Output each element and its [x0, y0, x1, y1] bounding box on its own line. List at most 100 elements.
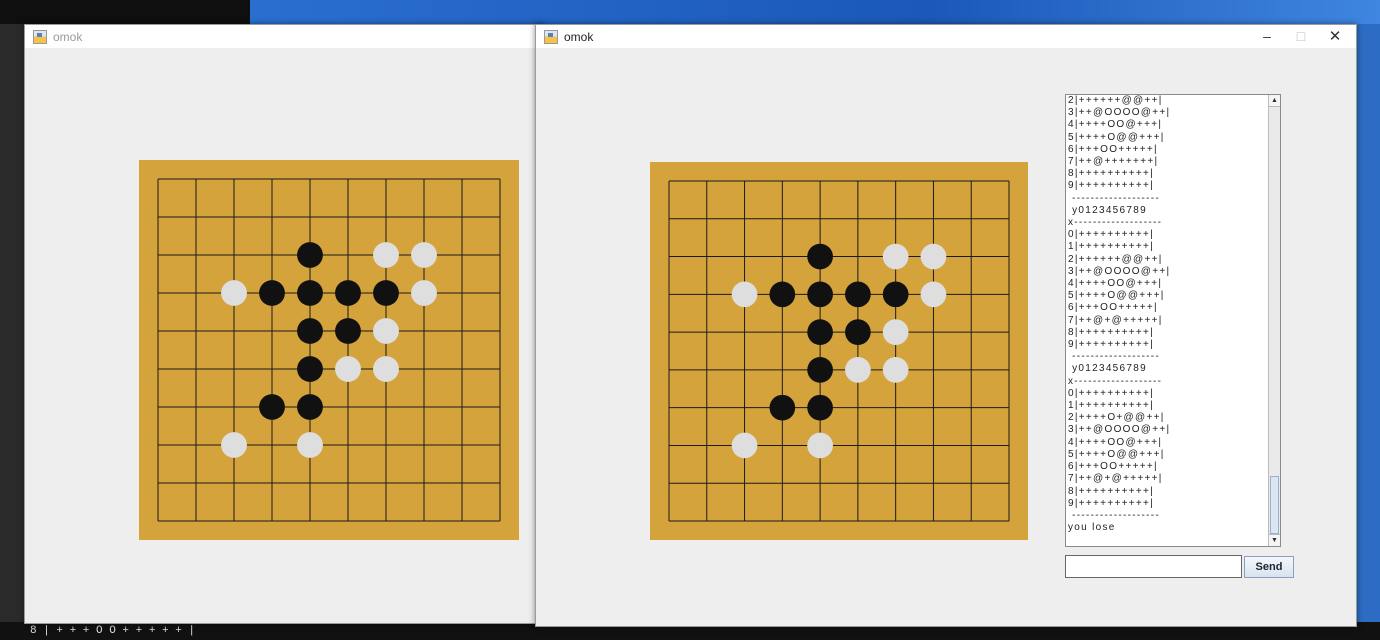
- black-stone: [807, 394, 833, 421]
- scroll-thumb[interactable]: [1270, 476, 1279, 534]
- log-line: -------------------: [1068, 192, 1161, 204]
- desktop-left-edge: [0, 24, 24, 622]
- java-app-icon: [544, 29, 558, 44]
- log-line: 1|++++++++++|: [1068, 241, 1155, 253]
- maximize-button[interactable]: □: [1284, 25, 1318, 48]
- minimize-button[interactable]: –: [1250, 25, 1284, 48]
- log-scrollbar[interactable]: ▲ ▼: [1268, 95, 1280, 546]
- white-stone: [882, 319, 909, 345]
- log-line: 4|++++OO@+++|: [1068, 119, 1163, 131]
- omok-window-inactive: omok: [24, 24, 544, 624]
- black-stone: [335, 318, 361, 344]
- log-line: 5|++++O@@+++|: [1068, 131, 1165, 143]
- omok-board[interactable]: [139, 160, 519, 540]
- black-stone: [882, 281, 909, 308]
- log-line: y0123456789: [1068, 363, 1147, 375]
- white-stone: [807, 432, 833, 459]
- log-line: you lose: [1068, 522, 1116, 534]
- log-line: 8|++++++++++|: [1068, 326, 1155, 338]
- white-stone: [221, 280, 247, 306]
- black-stone: [297, 242, 323, 268]
- black-stone: [297, 318, 323, 344]
- black-stone: [807, 319, 833, 345]
- log-line: 7|++@+++++++|: [1068, 156, 1159, 168]
- black-stone: [259, 394, 285, 420]
- window-title: omok: [53, 29, 83, 44]
- desktop-right-edge: [1356, 24, 1380, 640]
- white-stone: [731, 281, 758, 308]
- white-stone: [373, 356, 399, 382]
- title-bar[interactable]: omok: [25, 25, 543, 48]
- log-line: 3|++@OOOO@++|: [1068, 265, 1171, 277]
- close-button[interactable]: ✕: [1318, 25, 1352, 48]
- white-stone: [920, 243, 947, 270]
- log-line: 2|++++++@@++|: [1068, 253, 1163, 265]
- black-stone: [807, 281, 833, 308]
- black-stone: [769, 394, 796, 421]
- log-line: 8|++++++++++|: [1068, 485, 1155, 497]
- white-stone: [920, 281, 947, 308]
- board-grid[interactable]: [139, 160, 519, 540]
- white-stone: [411, 242, 437, 268]
- black-stone: [845, 281, 871, 308]
- log-line: 7|++@+@+++++|: [1068, 314, 1163, 326]
- log-line: x-------------------: [1068, 217, 1163, 229]
- log-line: 6|+++OO+++++|: [1068, 302, 1158, 314]
- black-stone: [373, 280, 399, 306]
- send-button[interactable]: Send: [1244, 556, 1294, 578]
- window-title: omok: [564, 29, 594, 44]
- black-stone: [769, 281, 796, 308]
- log-line: 9|++++++++++|: [1068, 497, 1155, 509]
- log-line: 4|++++OO@+++|: [1068, 278, 1163, 290]
- log-line: x-------------------: [1068, 375, 1163, 387]
- log-line: 9|++++++++++|: [1068, 339, 1155, 351]
- log-line: y0123456789: [1068, 204, 1147, 216]
- scroll-up-arrow-icon[interactable]: ▲: [1269, 95, 1280, 107]
- log-line: 1|++++++++++|: [1068, 400, 1155, 412]
- log-line: 7|++@+@+++++|: [1068, 473, 1163, 485]
- white-stone: [373, 318, 399, 344]
- log-line: 0|++++++++++|: [1068, 229, 1155, 241]
- log-line: 4|++++OO@+++|: [1068, 436, 1163, 448]
- omok-window-active: omok – □ ✕ 2|++++++@@++| 3|++@OOOO@++| 4|+…: [535, 24, 1357, 627]
- log-line: 5|++++O@@+++|: [1068, 290, 1165, 302]
- white-stone: [335, 356, 361, 382]
- black-stone: [297, 394, 323, 420]
- log-line: 8|++++++++++|: [1068, 168, 1155, 180]
- log-line: 6|+++OO+++++|: [1068, 143, 1158, 155]
- white-stone: [297, 432, 323, 458]
- black-stone: [845, 319, 871, 345]
- desktop-strip: [0, 0, 250, 24]
- log-line: 2|++++O+@@++|: [1068, 412, 1165, 424]
- java-app-icon: [33, 29, 47, 44]
- game-log-textarea[interactable]: 2|++++++@@++| 3|++@OOOO@++| 4|++++OO@+++| 5…: [1065, 94, 1281, 547]
- white-stone: [373, 242, 399, 268]
- log-line: 2|++++++@@++|: [1068, 95, 1163, 106]
- game-log-text: 2|++++++@@++| 3|++@OOOO@++| 4|++++OO@+++| 5…: [1068, 95, 1264, 534]
- log-line: -------------------: [1068, 351, 1161, 363]
- scroll-down-arrow-icon[interactable]: ▼: [1269, 534, 1280, 546]
- chat-input[interactable]: [1065, 555, 1242, 578]
- black-stone: [335, 280, 361, 306]
- white-stone: [221, 432, 247, 458]
- white-stone: [845, 357, 871, 383]
- white-stone: [882, 357, 909, 383]
- black-stone: [807, 357, 833, 383]
- log-line: 6|+++OO+++++|: [1068, 461, 1158, 473]
- log-line: -------------------: [1068, 509, 1161, 521]
- desktop-wallpaper: [250, 0, 1380, 24]
- title-bar[interactable]: omok – □ ✕: [536, 25, 1356, 48]
- white-stone: [411, 280, 437, 306]
- black-stone: [297, 280, 323, 306]
- white-stone: [731, 432, 758, 459]
- omok-board[interactable]: [650, 162, 1028, 540]
- log-line: 3|++@OOOO@++|: [1068, 107, 1171, 119]
- log-line: 0|++++++++++|: [1068, 387, 1155, 399]
- white-stone: [882, 243, 909, 270]
- board-grid[interactable]: [650, 162, 1028, 540]
- black-stone: [807, 243, 833, 270]
- black-stone: [259, 280, 285, 306]
- log-line: 3|++@OOOO@++|: [1068, 424, 1171, 436]
- log-line: 9|++++++++++|: [1068, 180, 1155, 192]
- log-line: 5|++++O@@+++|: [1068, 448, 1165, 460]
